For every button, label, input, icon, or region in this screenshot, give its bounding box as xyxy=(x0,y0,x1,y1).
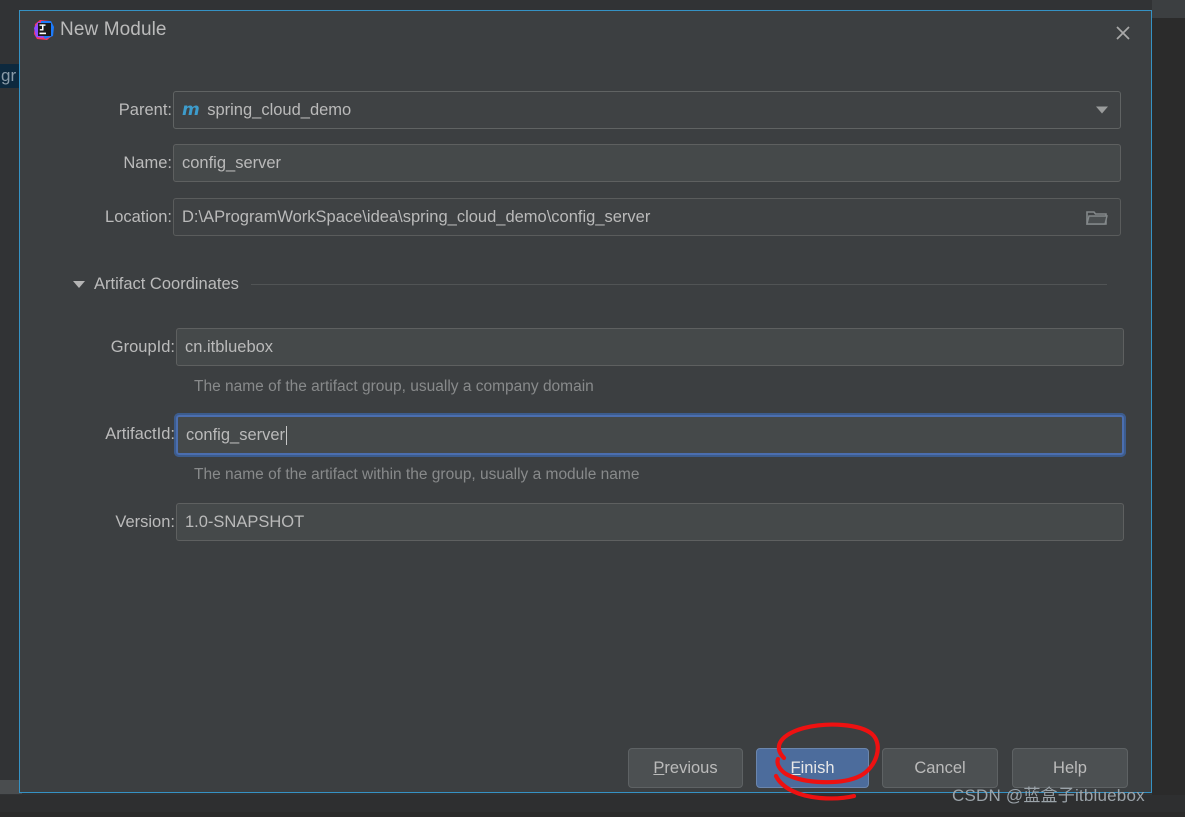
ide-background-top-strip xyxy=(1152,0,1185,18)
folder-open-icon[interactable] xyxy=(1075,200,1119,235)
chevron-down-icon[interactable] xyxy=(1096,106,1108,114)
row-location: Location: D:\AProgramWorkSpace\idea\spri… xyxy=(20,198,1151,236)
version-value: 1.0-SNAPSHOT xyxy=(185,512,305,531)
group-id-value: cn.itbluebox xyxy=(185,337,274,356)
row-name: Name: config_server xyxy=(20,144,1151,182)
group-id-label: GroupId: xyxy=(110,338,175,356)
row-group-id: GroupId: cn.itbluebox xyxy=(20,328,1151,366)
text-caret xyxy=(286,425,288,445)
new-module-dialog: New Module Parent: m spring_cloud_demo N… xyxy=(19,10,1152,793)
previous-mnemonic: P xyxy=(653,758,665,777)
artifact-coordinates-title: Artifact Coordinates xyxy=(94,274,239,293)
group-id-input[interactable]: cn.itbluebox xyxy=(176,328,1124,366)
help-button-label: Help xyxy=(1053,758,1087,777)
parent-label: Parent: xyxy=(118,101,172,119)
artifact-coordinates-section-header[interactable]: Artifact Coordinates xyxy=(73,273,1107,295)
name-input[interactable]: config_server xyxy=(173,144,1121,182)
finish-mnemonic: F xyxy=(790,758,801,777)
intellij-idea-icon xyxy=(33,19,55,41)
cancel-button-label: Cancel xyxy=(914,758,966,777)
row-artifact-id: ArtifactId: config_server xyxy=(20,413,1151,457)
previous-button-label-rest: revious xyxy=(664,758,718,777)
dialog-title-bar: New Module xyxy=(20,11,1151,61)
version-input[interactable]: 1.0-SNAPSHOT xyxy=(176,503,1124,541)
finish-button-label-rest: inish xyxy=(800,758,835,777)
row-version: Version: 1.0-SNAPSHOT xyxy=(20,503,1151,541)
location-label: Location: xyxy=(105,208,172,226)
artifact-id-input[interactable]: config_server xyxy=(174,413,1126,457)
row-parent: Parent: m spring_cloud_demo xyxy=(20,91,1151,129)
close-icon[interactable] xyxy=(1111,21,1135,45)
finish-button[interactable]: Finish xyxy=(756,748,869,788)
location-input[interactable]: D:\AProgramWorkSpace\idea\spring_cloud_d… xyxy=(173,198,1121,236)
artifact-id-hint: The name of the artifact within the grou… xyxy=(194,466,640,483)
artifact-id-value: config_server xyxy=(186,425,286,444)
dialog-title: New Module xyxy=(60,19,167,40)
version-label: Version: xyxy=(115,513,175,531)
location-value: D:\AProgramWorkSpace\idea\spring_cloud_d… xyxy=(182,207,651,226)
ide-background-right xyxy=(1152,0,1185,812)
section-divider xyxy=(250,283,1107,285)
previous-button[interactable]: Previous xyxy=(628,748,743,788)
name-label: Name: xyxy=(123,154,172,172)
watermark-text: CSDN @蓝盒子itbluebox xyxy=(952,786,1145,805)
parent-value: spring_cloud_demo xyxy=(207,100,352,119)
maven-module-icon: m xyxy=(182,100,200,120)
triangle-down-icon[interactable] xyxy=(73,280,85,288)
dialog-form: Parent: m spring_cloud_demo Name: config… xyxy=(20,61,1151,792)
name-value: config_server xyxy=(182,153,282,172)
group-id-hint: The name of the artifact group, usually … xyxy=(194,378,594,395)
background-tree-item: gr xyxy=(0,64,21,88)
parent-combobox[interactable]: m spring_cloud_demo xyxy=(173,91,1121,129)
artifact-id-label: ArtifactId: xyxy=(105,425,175,443)
